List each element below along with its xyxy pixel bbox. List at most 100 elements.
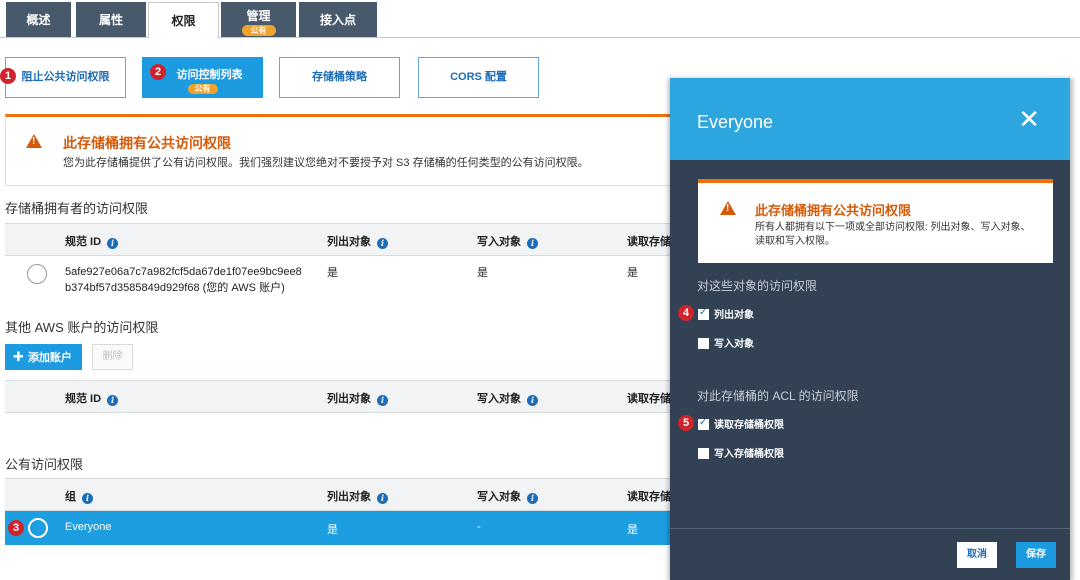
bucket-policy-button[interactable]: 存储桶策略	[279, 57, 400, 98]
info-icon[interactable]: i	[527, 395, 538, 406]
info-icon[interactable]: i	[107, 238, 119, 249]
tab-management[interactable]: 管理 公有	[221, 2, 296, 37]
tab-overview-label: 概述	[26, 13, 51, 27]
write-objects-checkbox[interactable]: 写入对象	[698, 335, 754, 350]
tab-properties[interactable]: 属性	[76, 2, 146, 37]
col-list-objects: 列出对象 i	[327, 488, 388, 504]
col-label: 列出对象	[327, 491, 371, 503]
plus-icon: ✚	[13, 349, 24, 364]
col-label: 写入对象	[477, 393, 521, 405]
step-marker-5: 5	[678, 415, 694, 431]
table-row: 5afe927e06a7c7a982fcf5da67de1f07ee9bc9ee…	[5, 257, 705, 301]
info-icon[interactable]: i	[377, 238, 388, 249]
modal-warning-title: 此存储桶拥有公共访问权限	[755, 203, 912, 218]
cors-config-label: CORS 配置	[450, 71, 507, 83]
step-marker-3: 3	[8, 520, 24, 536]
acl-public-badge: 公有	[187, 84, 218, 94]
step-marker-1: 1	[0, 68, 16, 84]
everyone-modal: Everyone ✕ 此存储桶拥有公共访问权限 所有人都拥有以下一项或全部访问权…	[670, 78, 1070, 580]
owner-read-value: 是	[627, 267, 638, 279]
list-objects-checkbox[interactable]: 列出对象	[698, 306, 754, 321]
checkbox-icon	[698, 338, 709, 349]
add-account-button[interactable]: ✚ 添加账户	[5, 344, 82, 370]
col-write-objects: 写入对象 i	[477, 488, 538, 504]
write-objects-label: 写入对象	[714, 339, 754, 350]
everyone-group: Everyone	[65, 521, 112, 533]
col-label: 写入对象	[477, 491, 521, 503]
modal-warning-text: 所有人都拥有以下一项或全部访问权限: 列出对象、写入对象、读取和写入权限。	[755, 222, 1031, 247]
col-canonical-id: 规范 ID i	[65, 233, 119, 249]
block-public-access-label: 阻止公共访问权限	[21, 71, 110, 83]
public-table-header: 组i 列出对象 i 写入对象 i 读取存储	[5, 478, 705, 511]
col-write-objects: 写入对象 i	[477, 233, 538, 249]
owner-radio[interactable]	[27, 264, 47, 284]
delete-button[interactable]: 删除	[92, 344, 133, 370]
modal-warning: 此存储桶拥有公共访问权限 所有人都拥有以下一项或全部访问权限: 列出对象、写入对…	[698, 179, 1053, 263]
tab-access-points-label: 接入点	[319, 13, 356, 27]
objects-access-title: 对这些对象的访问权限	[697, 279, 818, 293]
write-bucket-permission-checkbox[interactable]: 写入存储桶权限	[698, 445, 784, 460]
tab-overview[interactable]: 概述	[6, 2, 71, 37]
col-label: 规范 ID	[65, 393, 102, 405]
step-marker-2: 2	[150, 64, 166, 80]
info-icon[interactable]: i	[107, 395, 119, 406]
col-group: 组i	[65, 488, 93, 504]
col-read-bucket: 读取存储	[627, 491, 671, 503]
col-canonical-id: 规范 ID i	[65, 390, 119, 406]
bucket-policy-label: 存储桶策略	[312, 71, 367, 83]
owner-id-line2: b374bf57d3585849d929f68 (您的 AWS 账户)	[65, 282, 285, 294]
other-accounts-title: 其他 AWS 账户的访问权限	[5, 320, 159, 335]
cancel-button[interactable]: 取消	[957, 542, 997, 568]
tab-permissions[interactable]: 权限	[148, 2, 219, 39]
write-bucket-permission-label: 写入存储桶权限	[714, 449, 784, 460]
checkbox-checked-icon	[698, 417, 709, 430]
col-label: 规范 ID	[65, 236, 102, 248]
add-account-label: 添加账户	[27, 352, 72, 364]
public-badge: 公有	[241, 25, 276, 36]
modal-header: Everyone ✕	[670, 78, 1070, 160]
everyone-radio[interactable]	[28, 518, 48, 538]
warning-title: 此存储桶拥有公共访问权限	[63, 135, 231, 151]
checkbox-checked-icon	[698, 307, 709, 320]
owner-canonical-id: 5afe927e06a7c7a982fcf5da67de1f07ee9bc9ee…	[65, 264, 302, 296]
tab-permissions-label: 权限	[171, 14, 196, 28]
public-access-warning: 此存储桶拥有公共访问权限 您为此存储桶提供了公有访问权限。我们强烈建议您绝对不要…	[5, 114, 705, 186]
modal-footer-divider	[670, 528, 1070, 529]
step-marker-4: 4	[678, 305, 694, 321]
col-label: 列出对象	[327, 393, 371, 405]
col-read-bucket: 读取存储	[627, 393, 671, 405]
top-tab-bar: 概述 属性 权限 管理 公有 接入点	[0, 0, 1080, 39]
close-icon[interactable]: ✕	[1018, 106, 1040, 132]
tab-properties-label: 属性	[98, 13, 123, 27]
everyone-list-value: 是	[327, 524, 338, 536]
tab-management-label: 管理	[246, 9, 271, 23]
info-icon[interactable]: i	[527, 238, 538, 249]
list-objects-label: 列出对象	[714, 310, 754, 321]
info-icon[interactable]: i	[527, 493, 538, 504]
cors-config-button[interactable]: CORS 配置	[418, 57, 539, 98]
col-list-objects: 列出对象 i	[327, 390, 388, 406]
tab-access-points[interactable]: 接入点	[299, 2, 377, 37]
acl-access-title: 对此存储桶的 ACL 的访问权限	[697, 389, 859, 403]
warning-icon	[26, 134, 42, 148]
owner-section-title: 存储桶拥有者的访问权限	[5, 201, 149, 216]
col-label: 写入对象	[477, 236, 521, 248]
col-list-objects: 列出对象 i	[327, 233, 388, 249]
info-icon[interactable]: i	[377, 395, 388, 406]
read-bucket-permission-checkbox[interactable]: 读取存储桶权限	[698, 416, 784, 431]
modal-title: Everyone	[697, 112, 774, 132]
acl-label: 访问控制列表	[176, 69, 243, 81]
info-icon[interactable]: i	[82, 493, 93, 504]
owner-id-line1: 5afe927e06a7c7a982fcf5da67de1f07ee9bc9ee…	[65, 266, 302, 278]
block-public-access-button[interactable]: 阻止公共访问权限	[5, 57, 126, 98]
everyone-row[interactable]: 3 Everyone 是 - 是	[5, 511, 705, 545]
everyone-read-value: 是	[627, 524, 638, 536]
info-icon[interactable]: i	[377, 493, 388, 504]
other-table-header: 规范 ID i 列出对象 i 写入对象 i 读取存储	[5, 380, 705, 413]
owner-table-header: 规范 ID i 列出对象 i 写入对象 i 读取存储	[5, 223, 705, 256]
public-access-title: 公有访问权限	[5, 457, 84, 472]
col-read-bucket: 读取存储	[627, 236, 671, 248]
warning-text: 您为此存储桶提供了公有访问权限。我们强烈建议您绝对不要授予对 S3 存储桶的任何…	[63, 157, 589, 169]
save-button[interactable]: 保存	[1016, 542, 1056, 568]
warning-icon	[720, 201, 736, 215]
